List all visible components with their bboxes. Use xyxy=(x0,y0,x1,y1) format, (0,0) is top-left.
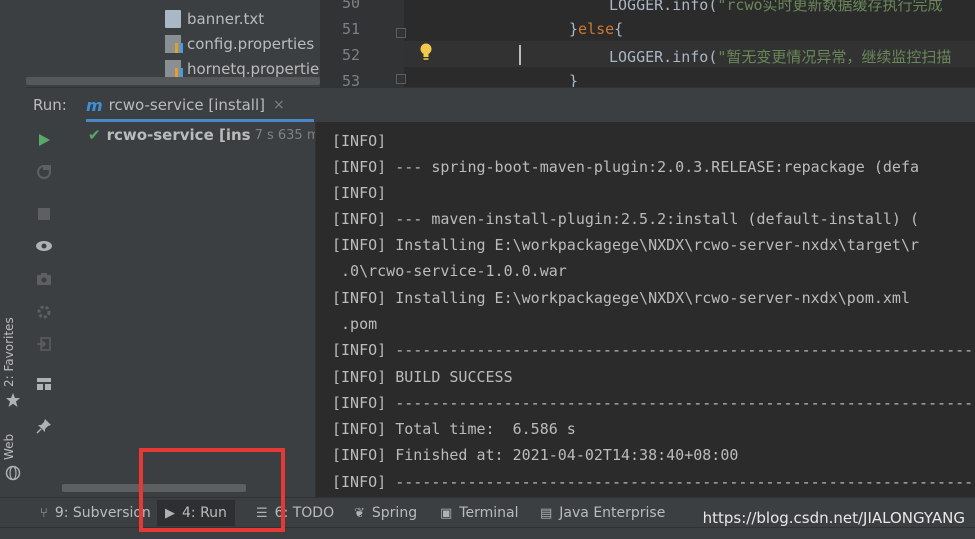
run-item-name: rcwo-service [ins xyxy=(106,126,251,144)
console-line: [INFO] ---------------------------------… xyxy=(332,473,975,491)
java-enterprise-icon: ▤ xyxy=(540,505,553,521)
run-toolbar xyxy=(26,122,61,497)
run-tree-item[interactable]: ✔ rcwo-service [ins 7 s 635 ms xyxy=(88,126,326,144)
tab-spring[interactable]: ❦ Spring xyxy=(354,503,417,523)
console-line: [INFO] BUILD SUCCESS xyxy=(332,368,513,386)
tree-item-banner[interactable]: banner.txt xyxy=(165,7,264,31)
console-line: [INFO] Installing E:\workpackagege\NXDX\… xyxy=(332,289,910,307)
watermark-text: https://blog.csdn.net/JIALONGYANG xyxy=(702,509,965,527)
console-line: .0\rcwo-service-1.0.0.war xyxy=(332,262,567,280)
tab-rcwo-service-install[interactable]: m rcwo-service [install] × xyxy=(86,88,285,122)
star-icon xyxy=(6,393,20,407)
tree-item-label: banner.txt xyxy=(187,10,265,28)
console-line: [INFO] ---------------------------------… xyxy=(332,341,975,359)
console-line: [INFO] --- spring-boot-maven-plugin:2.0.… xyxy=(332,158,919,176)
close-icon[interactable]: × xyxy=(273,97,285,113)
settings-icon[interactable] xyxy=(34,302,54,322)
tab-label: Java Enterprise xyxy=(559,505,666,521)
console-line: .pom xyxy=(332,315,378,333)
line-number: 51 xyxy=(341,20,360,38)
rerun-failed-icon[interactable] xyxy=(34,162,54,182)
console-line: [INFO] --- maven-install-plugin:2.5.2:in… xyxy=(332,210,919,228)
console-line: [INFO] xyxy=(332,132,387,150)
console-line: [INFO] ---------------------------------… xyxy=(332,394,975,412)
tree-item-label: hornetq.properties xyxy=(187,60,320,78)
web-tab[interactable]: Web xyxy=(2,434,16,460)
code-line-51: }else{ xyxy=(569,20,624,38)
fold-marker-icon[interactable] xyxy=(396,28,406,38)
line-number: 50 xyxy=(341,0,360,12)
spring-leaf-icon: ❦ xyxy=(354,505,365,521)
lightbulb-icon[interactable] xyxy=(419,43,433,61)
run-window-title: Run: xyxy=(33,96,67,114)
tab-label: 9: Subversion xyxy=(54,505,151,521)
console-line: [INFO] xyxy=(332,184,387,202)
tab-label: Terminal xyxy=(459,505,519,521)
favorites-tab[interactable]: 2: Favorites xyxy=(2,317,16,387)
project-tree-panel: banner.txt config.properties hornetq.pro… xyxy=(0,0,320,87)
globe-icon xyxy=(5,465,21,481)
branch-icon: ⑂ xyxy=(40,505,48,521)
tab-label: rcwo-service [install] xyxy=(108,96,265,114)
console-line: [INFO] Installing E:\workpackagege\NXDX\… xyxy=(332,236,919,254)
tab-java-enterprise[interactable]: ▤ Java Enterprise xyxy=(540,503,665,523)
left-tool-stripe: 2: Favorites Web xyxy=(0,87,26,497)
checkmark-icon: ✔ xyxy=(88,126,101,144)
tab-terminal[interactable]: ▣ Terminal xyxy=(440,503,518,523)
horizontal-scrollbar[interactable] xyxy=(26,77,320,85)
stop-icon[interactable] xyxy=(34,204,54,224)
code-line-52: LOGGER.info("暂无变更情况异常，继续监控扫描 xyxy=(609,48,952,66)
exit-icon[interactable] xyxy=(34,334,54,354)
eye-icon[interactable] xyxy=(34,236,54,256)
camera-icon[interactable] xyxy=(34,269,54,289)
console-output[interactable]: [INFO] [INFO] --- spring-boot-maven-plug… xyxy=(316,122,975,497)
properties-file-icon xyxy=(165,60,183,78)
text-file-icon xyxy=(165,10,181,28)
text-caret xyxy=(519,45,521,65)
rerun-icon[interactable] xyxy=(34,130,54,150)
run-window-header: Run: m rcwo-service [install] × xyxy=(26,87,975,123)
properties-file-icon xyxy=(165,35,183,53)
terminal-icon: ▣ xyxy=(440,505,453,521)
tree-item-config[interactable]: config.properties xyxy=(165,32,314,56)
run-tree-panel: ✔ rcwo-service [ins 7 s 635 ms xyxy=(61,122,326,497)
tab-label: Spring xyxy=(371,505,418,521)
console-line: [INFO] Total time: 6.586 s xyxy=(332,420,576,438)
fold-marker-icon[interactable] xyxy=(396,74,406,84)
annotation-highlight-box xyxy=(139,448,285,532)
tab-subversion[interactable]: ⑂ 9: Subversion xyxy=(40,503,151,523)
layout-icon[interactable] xyxy=(34,374,54,394)
tree-item-label: config.properties xyxy=(187,35,315,53)
console-line: [INFO] Finished at: 2021-04-02T14:38:40+… xyxy=(332,446,739,464)
code-line-50: LOGGER.info("rcwo实时更新数据缓存执行完成 xyxy=(609,0,943,14)
pin-icon[interactable] xyxy=(34,416,54,436)
line-number: 52 xyxy=(341,46,360,64)
maven-icon: m xyxy=(86,95,103,115)
